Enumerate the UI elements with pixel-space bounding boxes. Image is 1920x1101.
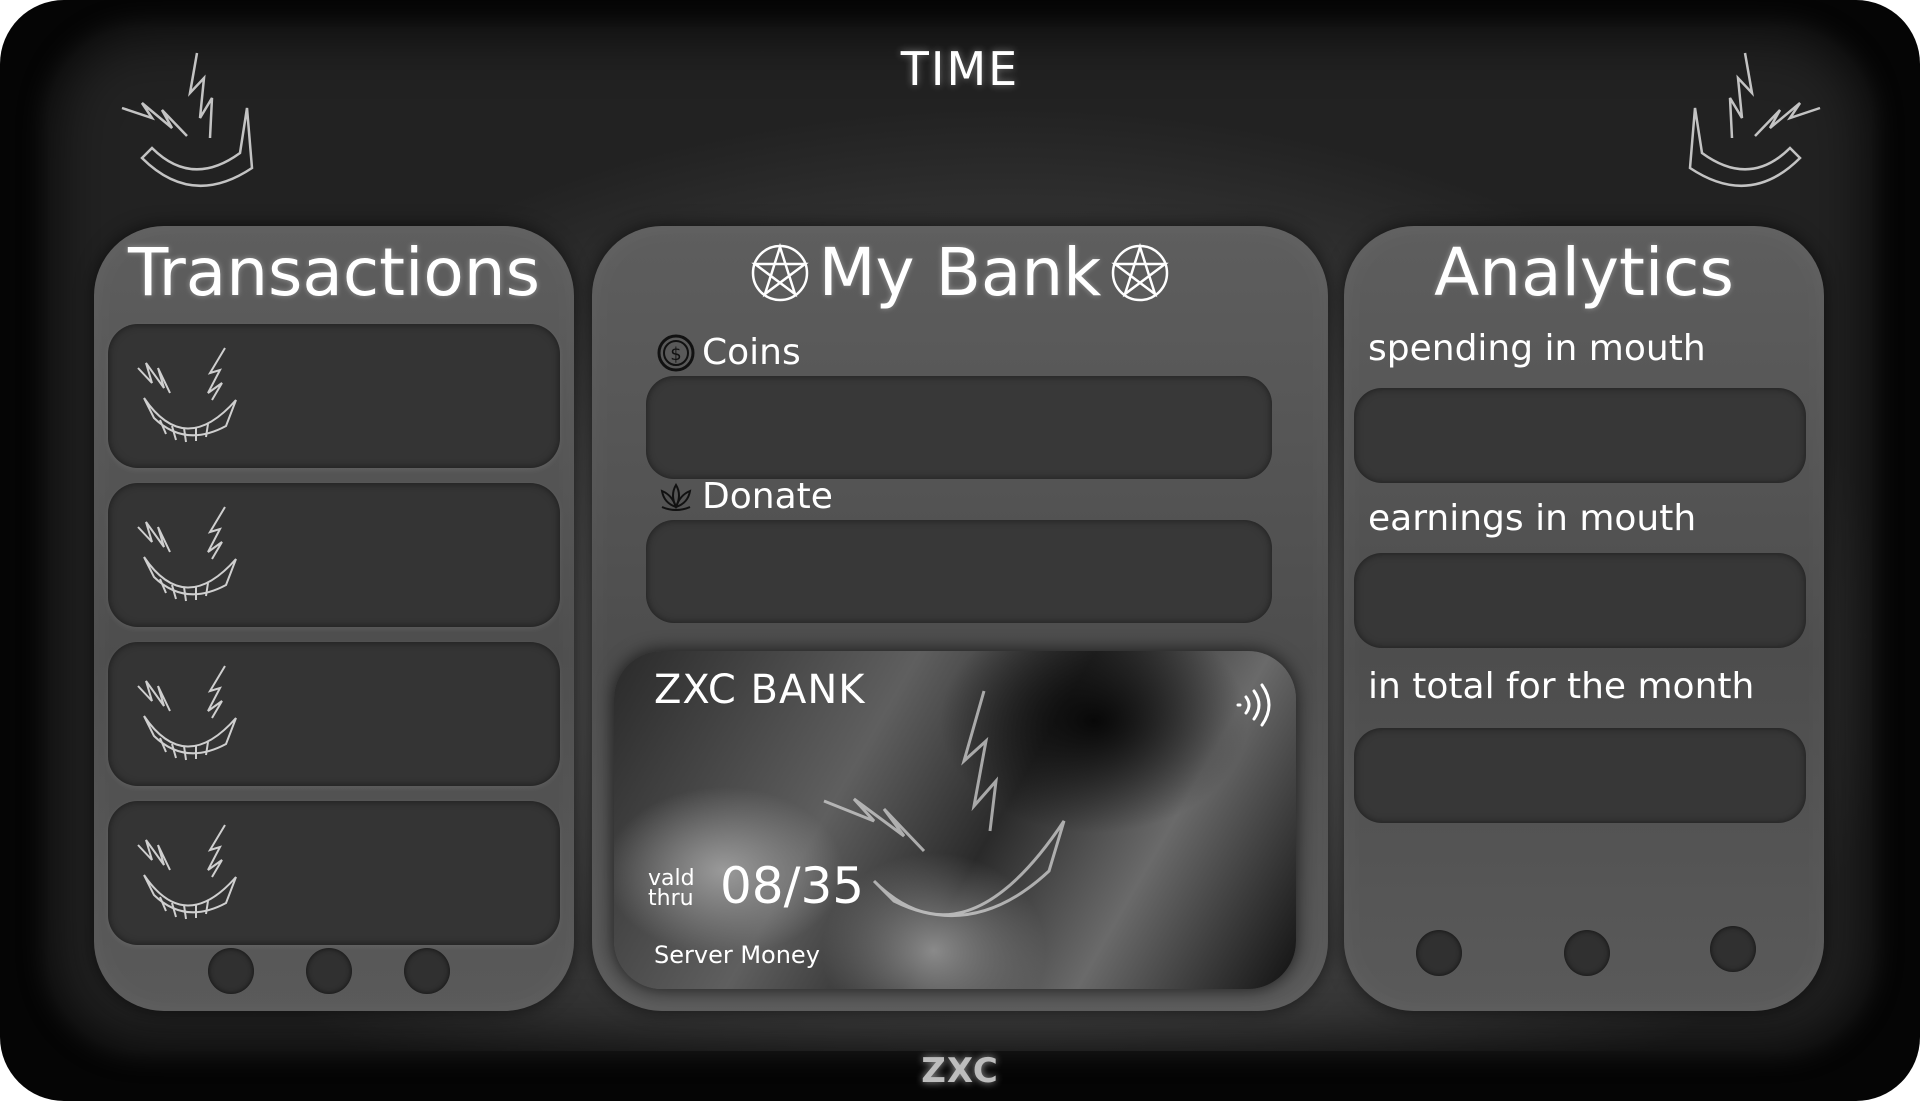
analytics-title: Analytics: [1434, 234, 1734, 311]
claw-smile-icon: [1688, 52, 1821, 187]
coins-field[interactable]: [646, 376, 1272, 479]
donate-label: Donate: [702, 476, 833, 517]
coins-label-row: $ Coins: [656, 332, 801, 373]
page-dot[interactable]: [208, 948, 254, 994]
total-label: in total for the month: [1368, 666, 1755, 707]
page-dot[interactable]: [306, 948, 352, 994]
pentagram-icon: [750, 242, 809, 301]
earnings-field[interactable]: [1354, 553, 1806, 648]
claw-smile-icon: [121, 52, 254, 187]
bank-title-row: My Bank: [592, 234, 1328, 311]
claw-smile-icon: [137, 347, 237, 443]
page-dot[interactable]: [1416, 930, 1462, 976]
lotus-icon: [660, 482, 692, 511]
transactions-panel: Transactions: [94, 226, 574, 1011]
bank-panel: My Bank $ Coins Donate ZXC BANK vald thr…: [592, 226, 1328, 1011]
donate-field[interactable]: [646, 520, 1272, 623]
coins-label: Coins: [702, 332, 801, 373]
claw-smile-icon: [137, 665, 237, 761]
earnings-label: earnings in mouth: [1368, 498, 1697, 539]
thru-text-line: thru: [648, 886, 694, 911]
card-valid-thru: vald thru: [648, 868, 695, 911]
transaction-item[interactable]: [108, 642, 560, 786]
transaction-item[interactable]: [108, 801, 560, 945]
app-logo: ZXC: [921, 1051, 999, 1091]
spending-label: spending in mouth: [1368, 328, 1706, 369]
transaction-item[interactable]: [108, 483, 560, 627]
svg-text:$: $: [670, 344, 681, 365]
card-brand: ZXC BANK: [654, 667, 866, 713]
bank-card[interactable]: ZXC BANK vald thru 08/35 Server Money: [614, 651, 1296, 989]
transaction-item[interactable]: [108, 324, 560, 468]
donate-label-row: Donate: [656, 476, 833, 517]
total-field[interactable]: [1354, 728, 1806, 823]
page-dot[interactable]: [404, 948, 450, 994]
transactions-title: Transactions: [128, 234, 540, 311]
time-display: TIME: [900, 42, 1020, 96]
card-expiry: 08/35: [720, 857, 865, 915]
pentagram-icon: [1111, 242, 1170, 301]
claw-smile-icon: [137, 824, 237, 920]
bank-title: My Bank: [818, 234, 1102, 311]
claw-smile-icon: [137, 506, 237, 602]
coin-icon: $: [657, 334, 695, 371]
page-dot[interactable]: [1710, 926, 1756, 972]
analytics-panel: Analytics spending in mouth earnings in …: [1344, 226, 1824, 1011]
contactless-icon: [1236, 683, 1271, 727]
page-dot[interactable]: [1564, 930, 1610, 976]
spending-field[interactable]: [1354, 388, 1806, 483]
card-holder: Server Money: [654, 941, 820, 969]
